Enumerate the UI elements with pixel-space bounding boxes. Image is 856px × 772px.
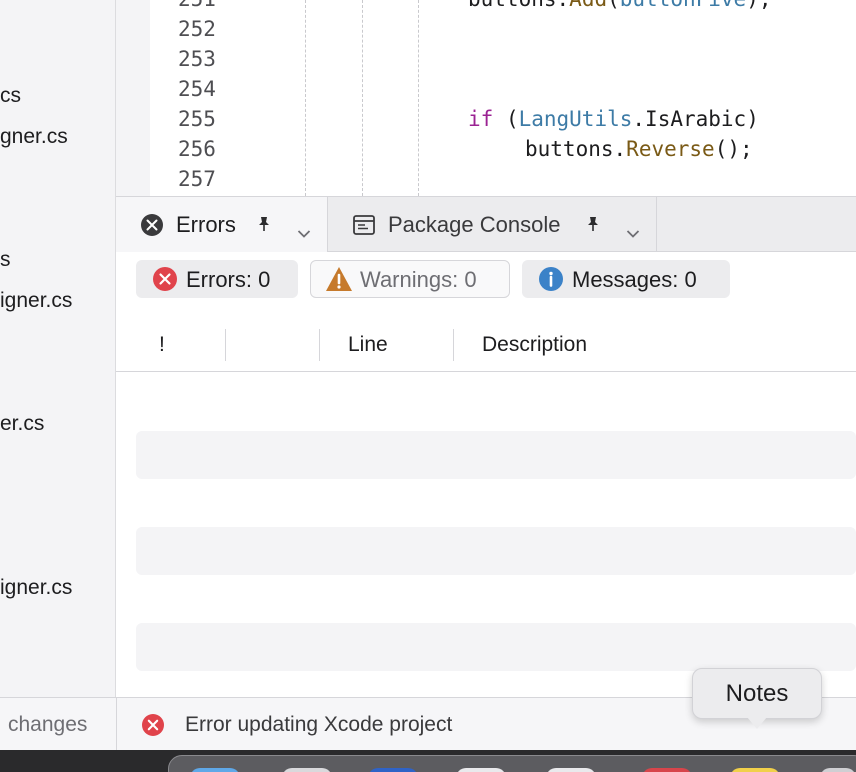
dock-app-icon[interactable] [282,768,332,772]
line-number: 254 [178,77,216,101]
dock-app-icon[interactable] [642,768,692,772]
dock-app-icon[interactable] [190,768,240,772]
code-editor[interactable]: 251 252 253 254 255 256 257 buttons.Add(… [116,0,856,196]
pin-icon[interactable] [256,215,272,238]
error-icon[interactable] [141,713,165,742]
line-number: 252 [178,17,216,41]
messages-filter-button[interactable]: Messages: 0 [522,260,730,298]
sidebar-file-item[interactable]: cs [0,84,21,108]
errors-filter-button[interactable]: Errors: 0 [136,260,298,298]
errors-count: Errors: 0 [186,267,271,292]
code-line-251: buttons.Add(buttonFive); [468,0,772,11]
close-circle-icon[interactable] [140,213,164,243]
sidebar-file-item[interactable]: gner.cs [0,125,68,149]
tab-label: Package Console [388,212,561,237]
line-number: 255 [178,107,216,131]
tab-errors[interactable]: Errors [116,197,328,252]
chevron-down-icon[interactable] [626,219,640,245]
sidebar-file-item[interactable]: igner.cs [0,289,72,313]
line-number: 251 [178,0,216,11]
dock-app-icon[interactable] [820,768,856,772]
warnings-count: Warnings: 0 [360,267,477,292]
status-changes-text[interactable]: changes [8,713,87,737]
indent-guide [362,0,363,196]
table-header: ! Line Description [116,314,856,372]
table-row [136,431,856,479]
status-error-message[interactable]: Error updating Xcode project [185,713,452,737]
tab-label: Errors [176,212,236,237]
error-icon [152,266,178,298]
line-number: 253 [178,47,216,71]
status-divider [116,698,117,751]
column-separator[interactable] [225,329,226,361]
dock-notes-icon[interactable] [730,768,780,772]
pad-tabbar: Errors Package Console [116,197,856,252]
code-line-256: buttons.Reverse(); [525,137,753,161]
warnings-filter-button[interactable]: Warnings: 0 [310,260,510,298]
dock-app-icon[interactable] [546,768,596,772]
column-separator[interactable] [319,329,320,361]
line-number: 257 [178,167,216,191]
dock-app-icon[interactable] [368,768,418,772]
dock-tooltip: Notes [692,668,822,719]
pin-icon[interactable] [585,215,601,238]
sidebar-file-item[interactable]: er.cs [0,412,44,436]
messages-count: Messages: 0 [572,267,697,292]
column-header-severity[interactable]: ! [159,333,165,357]
warning-icon [325,266,353,298]
column-separator[interactable] [453,329,454,361]
indent-guide [418,0,419,196]
sidebar-file-item[interactable]: s [0,248,11,272]
editor-gutter [116,0,150,196]
code-line-255: if (LangUtils.IsArabic) [468,107,759,131]
chevron-down-icon[interactable] [297,219,311,245]
column-header-description[interactable]: Description [482,333,587,357]
indent-guide [305,0,306,196]
console-icon [352,213,376,243]
dock-app-icon[interactable] [456,768,506,772]
solution-sidebar: cs gner.cs s igner.cs er.cs igner.cs [0,0,116,697]
errors-pad: Errors Package Console Errors: 0 Warning… [116,196,856,697]
column-header-line[interactable]: Line [348,333,388,357]
tab-package-console[interactable]: Package Console [328,197,657,252]
filter-row: Errors: 0 Warnings: 0 Messages: 0 [116,252,856,314]
table-row [136,623,856,671]
info-icon [538,266,564,298]
sidebar-file-item[interactable]: igner.cs [0,576,72,600]
tooltip-tail [747,717,767,729]
line-number: 256 [178,137,216,161]
table-row [136,527,856,575]
